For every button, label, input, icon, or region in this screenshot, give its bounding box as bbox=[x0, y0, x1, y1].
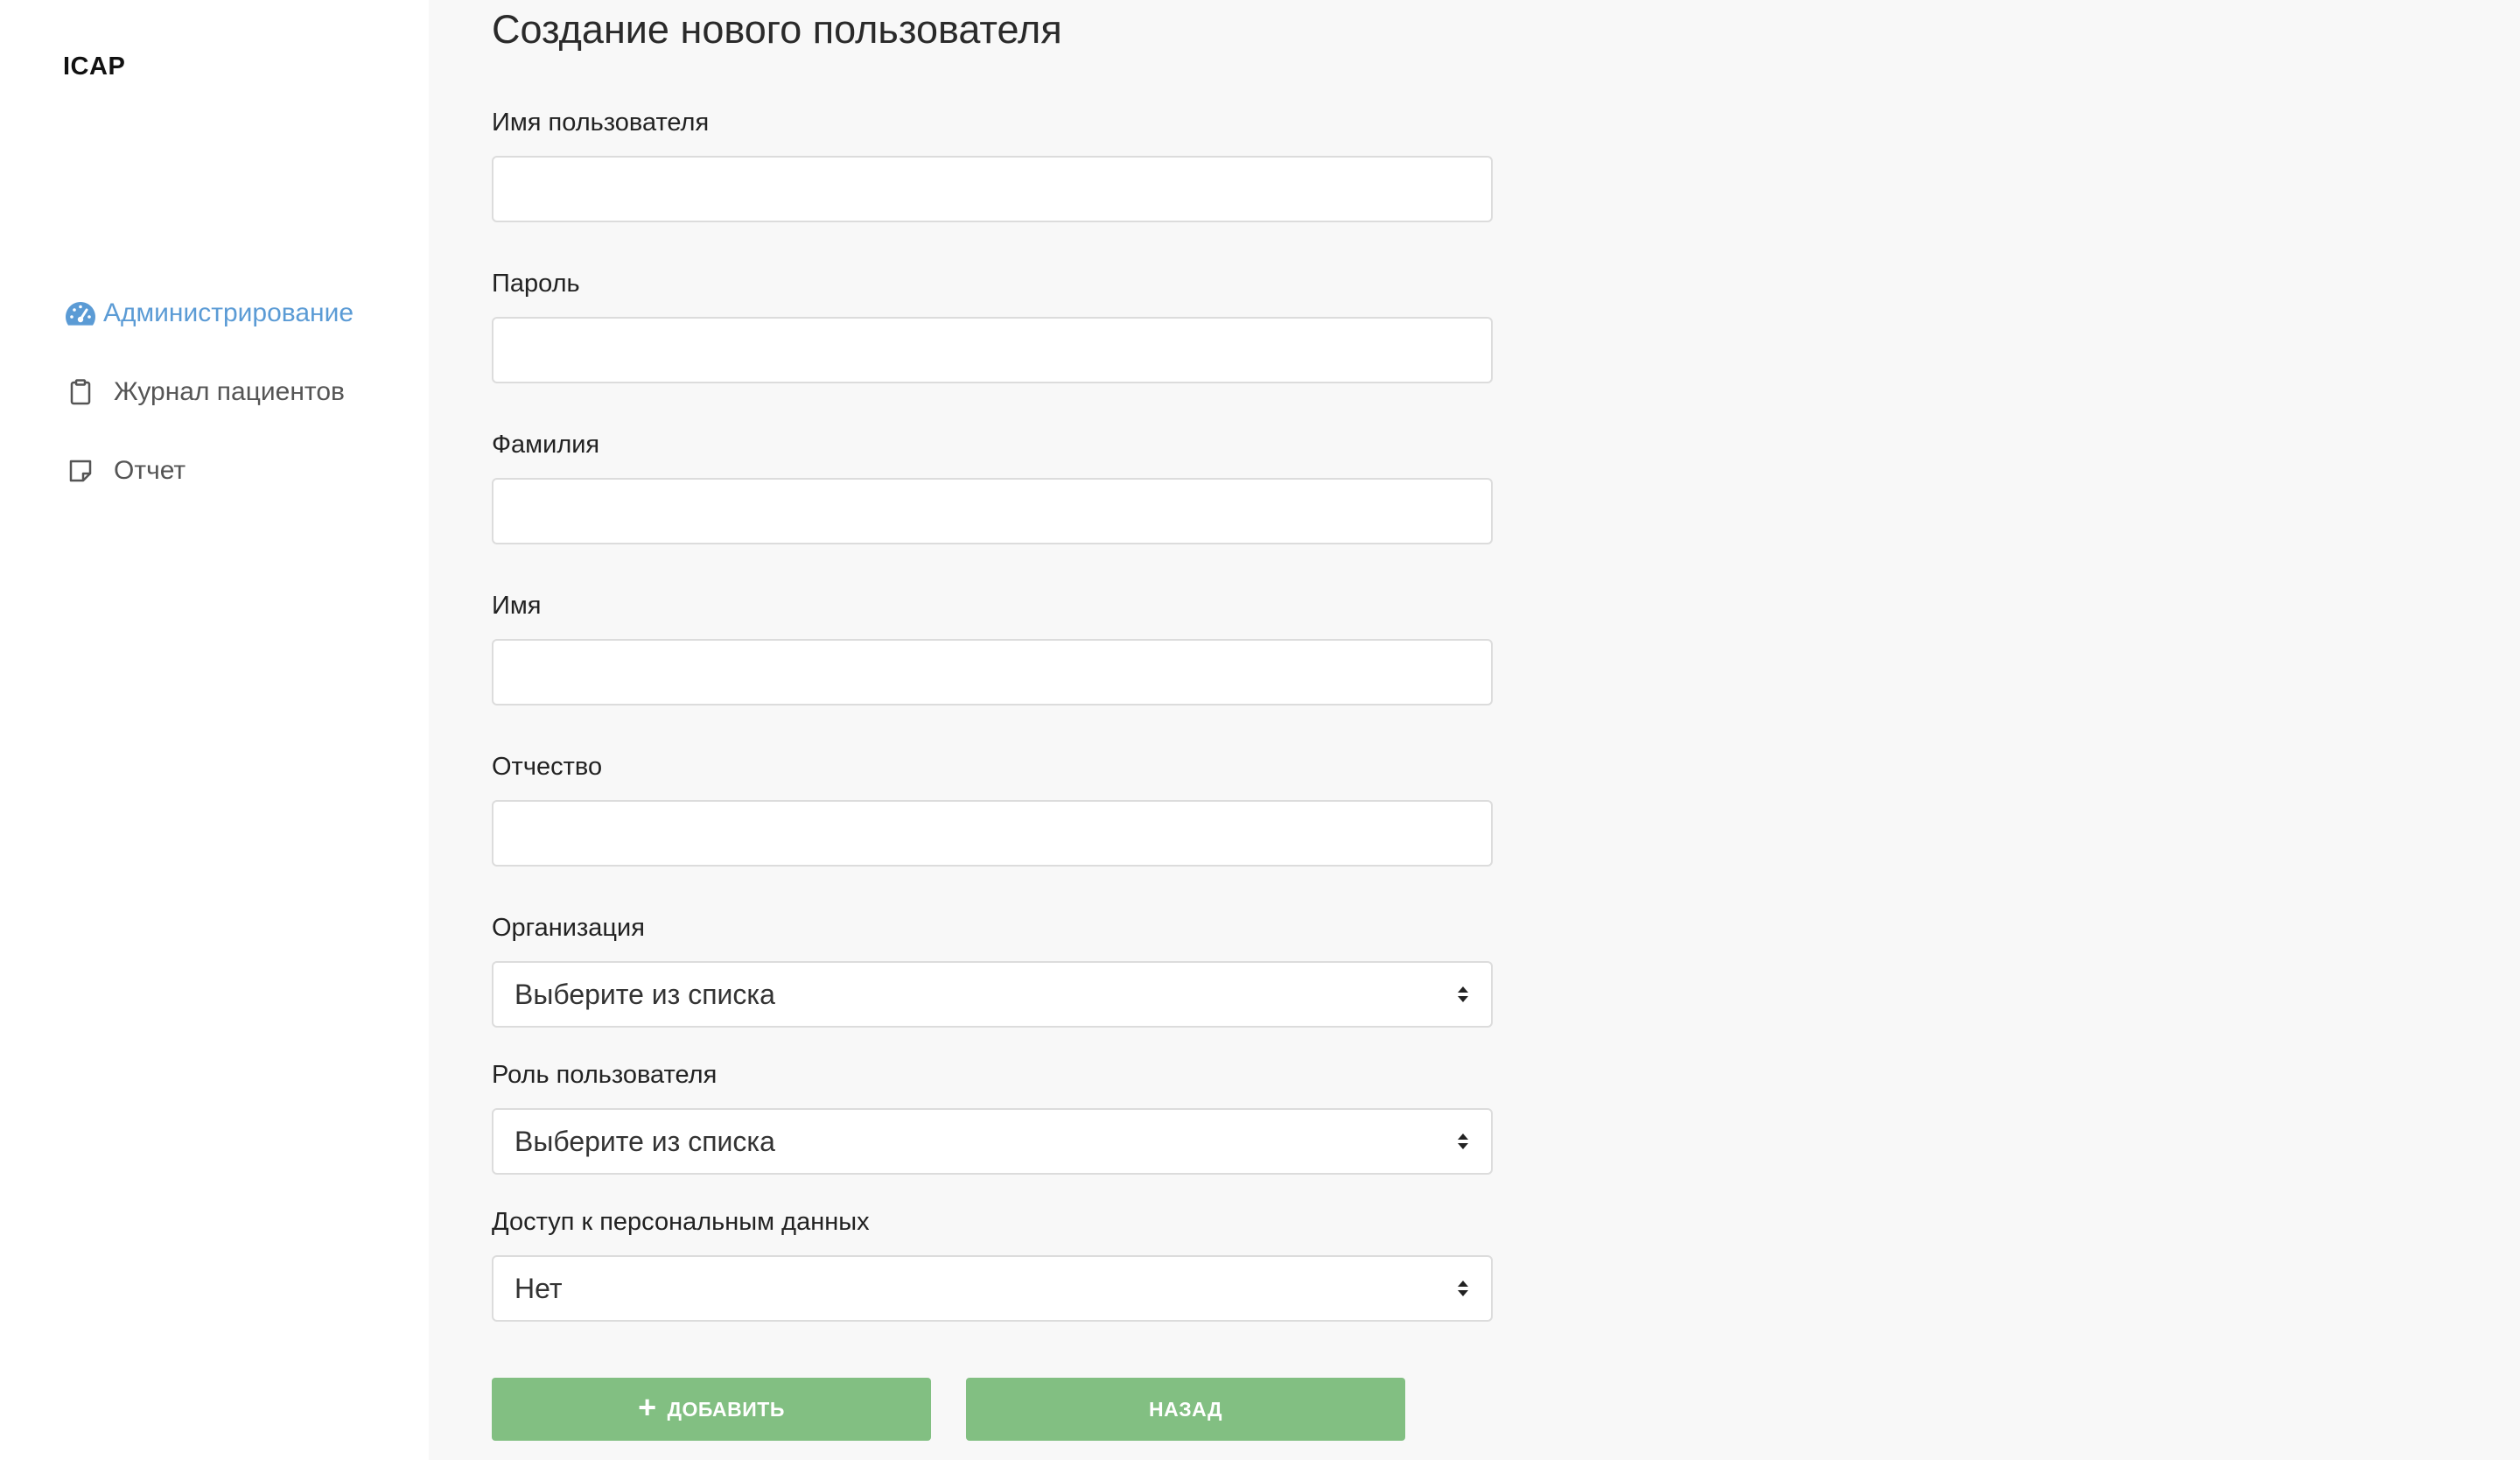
username-input[interactable] bbox=[492, 156, 1493, 222]
role-label: Роль пользователя bbox=[492, 1061, 718, 1089]
role-field-group: Роль пользователя Выберите из списка bbox=[492, 1059, 1493, 1175]
page-title: Создание нового пользователя bbox=[492, 7, 1062, 52]
last-name-input[interactable] bbox=[492, 478, 1493, 544]
select-arrows-icon bbox=[1458, 1134, 1468, 1149]
first-name-field-group: Имя bbox=[492, 590, 1493, 705]
back-button[interactable]: НАЗАД bbox=[966, 1378, 1405, 1441]
select-arrows-icon bbox=[1458, 1281, 1468, 1296]
sidebar-item-label: Администрирование bbox=[103, 298, 354, 327]
middle-name-field-group: Отчество bbox=[492, 751, 1493, 867]
role-select[interactable]: Выберите из списка bbox=[492, 1108, 1493, 1175]
organization-label: Организация bbox=[492, 914, 645, 942]
personal-data-access-label: Доступ к персональным данных bbox=[492, 1208, 870, 1236]
middle-name-input[interactable] bbox=[492, 800, 1493, 867]
sidebar: ICAP Администрирование Журнал пациентов … bbox=[0, 0, 429, 1460]
select-arrows-icon bbox=[1458, 986, 1468, 1002]
organization-select-value: Выберите из списка bbox=[514, 978, 775, 1010]
note-icon bbox=[63, 453, 98, 488]
username-label: Имя пользователя bbox=[492, 109, 710, 137]
password-input[interactable] bbox=[492, 317, 1493, 383]
first-name-label: Имя bbox=[492, 592, 542, 620]
add-button-label: ДОБАВИТЬ bbox=[667, 1397, 785, 1421]
username-field-group: Имя пользователя bbox=[492, 107, 1493, 222]
organization-select[interactable]: Выберите из списка bbox=[492, 961, 1493, 1028]
password-field-group: Пароль bbox=[492, 268, 1493, 383]
sidebar-item-report[interactable]: Отчет bbox=[63, 450, 354, 492]
sidebar-nav: Администрирование Журнал пациентов Отчет bbox=[63, 292, 354, 529]
dashboard-icon bbox=[63, 296, 98, 331]
last-name-field-group: Фамилия bbox=[492, 429, 1493, 544]
clipboard-icon bbox=[63, 375, 98, 410]
last-name-label: Фамилия bbox=[492, 431, 600, 459]
back-button-label: НАЗАД bbox=[1149, 1397, 1222, 1421]
personal-data-access-field-group: Доступ к персональным данных Нет bbox=[492, 1206, 1493, 1322]
add-button[interactable]: + ДОБАВИТЬ bbox=[492, 1378, 931, 1441]
sidebar-item-patient-journal[interactable]: Журнал пациентов bbox=[63, 371, 354, 413]
personal-data-access-select[interactable]: Нет bbox=[492, 1255, 1493, 1322]
plus-icon: + bbox=[638, 1389, 657, 1425]
middle-name-label: Отчество bbox=[492, 753, 603, 781]
password-label: Пароль bbox=[492, 270, 580, 298]
personal-data-access-select-value: Нет bbox=[514, 1272, 563, 1304]
first-name-input[interactable] bbox=[492, 639, 1493, 705]
sidebar-item-label: Журнал пациентов bbox=[114, 377, 345, 406]
brand-logo[interactable]: ICAP bbox=[63, 53, 125, 81]
app-root: ICAP Администрирование Журнал пациентов … bbox=[0, 0, 2520, 1460]
sidebar-item-administration[interactable]: Администрирование bbox=[63, 292, 354, 334]
role-select-value: Выберите из списка bbox=[514, 1125, 775, 1157]
organization-field-group: Организация Выберите из списка bbox=[492, 912, 1493, 1028]
sidebar-item-label: Отчет bbox=[114, 456, 186, 485]
